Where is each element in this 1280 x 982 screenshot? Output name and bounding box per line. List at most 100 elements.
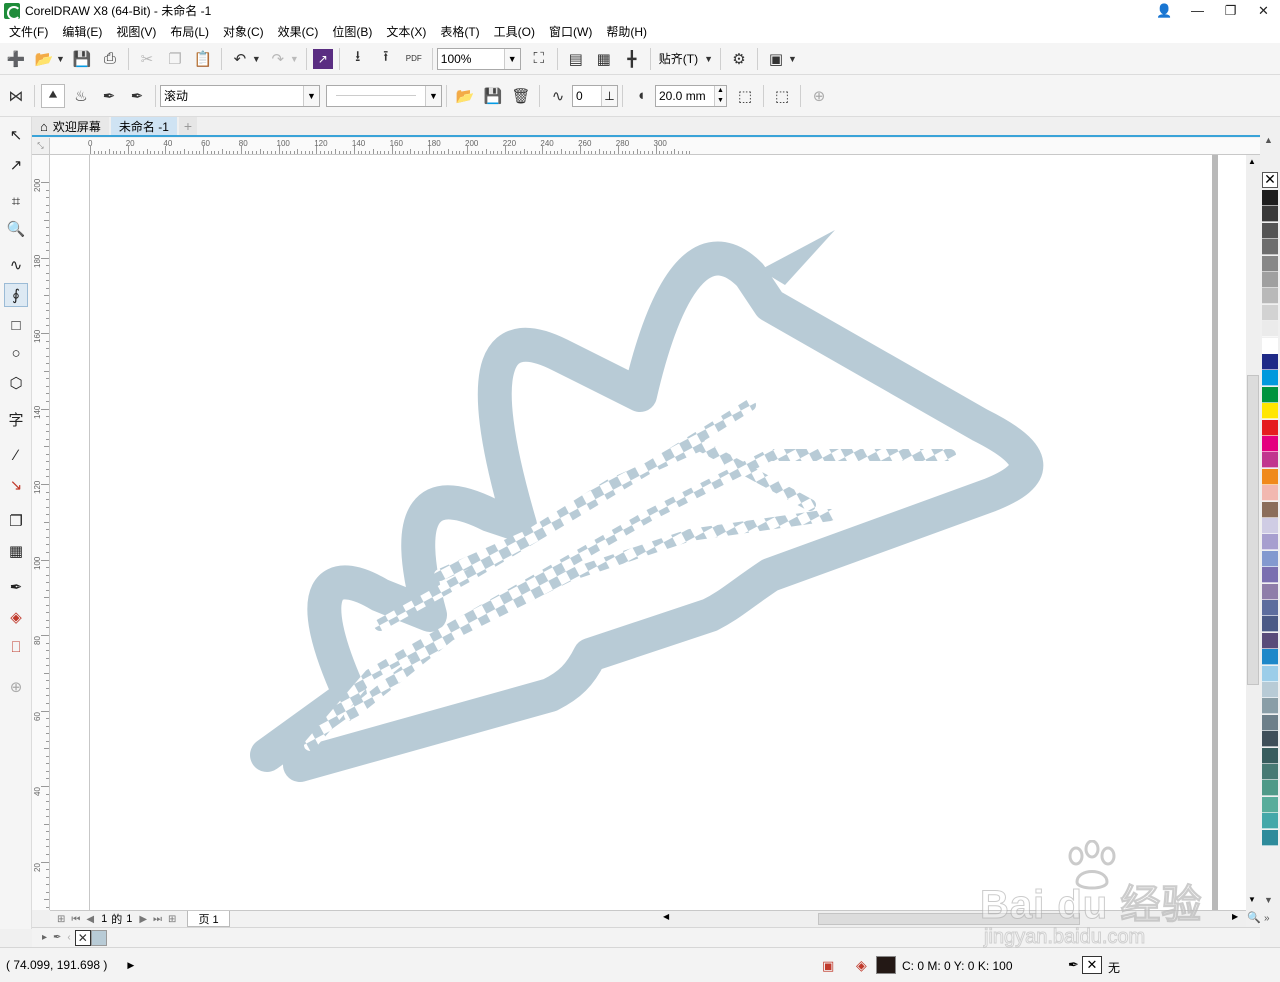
ellipse-tool-icon[interactable]: ○ — [4, 341, 28, 365]
color-swatch[interactable] — [1262, 337, 1278, 354]
account-icon[interactable]: 👤 — [1148, 0, 1181, 21]
print-icon[interactable]: ⎙ — [98, 47, 122, 71]
color-swatch[interactable] — [1262, 665, 1278, 682]
new-tab-button[interactable]: + — [178, 117, 198, 135]
close-button[interactable]: ✕ — [1247, 0, 1280, 21]
rectangle-tool-icon[interactable]: □ — [4, 313, 28, 337]
vertical-scrollbar[interactable]: ▲ ▼ — [1246, 155, 1260, 910]
doc-palette-arrow-icon[interactable]: ▸ — [42, 932, 47, 943]
save-icon[interactable]: 💾 — [70, 47, 94, 71]
show-guidelines-icon[interactable]: ╋ — [620, 47, 644, 71]
color-swatch[interactable] — [1262, 747, 1278, 764]
color-swatch[interactable] — [1262, 682, 1278, 698]
browse-folder-icon[interactable]: 📂 — [453, 84, 477, 108]
smart-fill-tool-icon[interactable]: ⎕ — [4, 635, 28, 659]
color-swatch[interactable] — [1262, 764, 1278, 780]
color-swatch[interactable] — [1262, 419, 1278, 436]
launcher-dropdown-icon[interactable]: ▼ — [788, 54, 797, 64]
add-page-after-icon[interactable]: ⊞ — [165, 914, 179, 925]
color-swatch[interactable] — [1262, 714, 1278, 731]
ruler-origin-corner[interactable]: ⤡ — [32, 138, 50, 155]
freehand-tool-icon[interactable]: ∿ — [4, 253, 28, 277]
color-swatch[interactable] — [1262, 780, 1278, 797]
color-swatch[interactable] — [1262, 272, 1278, 288]
shape-tool-icon[interactable]: ↗ — [4, 153, 28, 177]
color-swatch[interactable] — [1262, 616, 1278, 633]
last-page-icon[interactable]: ⏭ — [150, 914, 165, 925]
calligraphy-icon[interactable]: ✒ — [97, 84, 121, 108]
export-icon[interactable]: ⭱ — [374, 47, 398, 71]
horizontal-ruler[interactable]: 0 20 40 60 80 100 120 140 160 180 200 220 240 260 280 3… — [50, 138, 1260, 155]
next-page-icon[interactable]: ▶ — [136, 914, 150, 925]
scroll-right-icon[interactable]: ▶ — [1232, 912, 1238, 921]
color-swatch[interactable] — [1262, 403, 1278, 420]
color-swatch[interactable] — [1262, 304, 1278, 321]
full-screen-preview-icon[interactable]: ⛶ — [527, 47, 551, 71]
color-swatch[interactable] — [1262, 550, 1278, 567]
menu-layout[interactable]: 布局(L) — [163, 22, 216, 42]
copy-icon[interactable]: ❐ — [163, 47, 187, 71]
color-swatch[interactable] — [1262, 583, 1278, 600]
doc-palette-eyedropper-icon[interactable]: ✒ — [53, 932, 61, 943]
scroll-down-icon[interactable]: ▼ — [1248, 895, 1256, 904]
color-swatch[interactable] — [1262, 485, 1278, 502]
color-swatch[interactable] — [1262, 649, 1278, 666]
color-swatch[interactable] — [1262, 501, 1278, 518]
cut-icon[interactable]: ✂ — [135, 47, 159, 71]
pressure-icon[interactable]: ✒ — [125, 84, 149, 108]
import-icon[interactable]: ⭳ — [346, 47, 370, 71]
color-swatch[interactable] — [1262, 255, 1278, 272]
vertical-scroll-thumb[interactable] — [1247, 375, 1259, 685]
zoom-level-select[interactable]: 100% ▼ — [436, 47, 521, 70]
color-swatch[interactable] — [1262, 731, 1278, 748]
page-tab-1[interactable]: 页 1 — [187, 911, 230, 927]
doc-palette-left-icon[interactable]: ‹ — [67, 932, 70, 943]
sprayer-preset-icon[interactable]: ♨ — [69, 84, 93, 108]
redo-icon[interactable]: ↷ — [266, 47, 290, 71]
color-swatch[interactable] — [1262, 386, 1278, 403]
zoom-navigator-icon[interactable]: 🔍 — [1247, 911, 1261, 924]
menu-tools[interactable]: 工具(O) — [487, 22, 542, 42]
options-gear-icon[interactable]: ⚙ — [727, 47, 751, 71]
menu-table[interactable]: 表格(T) — [433, 22, 486, 42]
show-rulers-icon[interactable]: ▤ — [564, 47, 588, 71]
color-swatch[interactable] — [1262, 698, 1278, 715]
connector-tool-icon[interactable]: ↘ — [4, 473, 28, 497]
color-swatch[interactable] — [1262, 370, 1278, 387]
color-swatch[interactable] — [1262, 436, 1278, 452]
color-swatch[interactable] — [1262, 534, 1278, 551]
fill-color-swatch[interactable] — [876, 956, 896, 974]
application-launcher-icon[interactable]: ▣ — [764, 47, 788, 71]
open-folder-icon[interactable]: 📂 — [32, 47, 56, 71]
drop-shadow-tool-icon[interactable]: ❐ — [4, 509, 28, 533]
color-swatch[interactable] — [1262, 190, 1278, 206]
doc-color-swatch[interactable] — [90, 929, 107, 946]
new-document-icon[interactable]: ➕ — [4, 47, 28, 71]
scroll-up-icon[interactable]: ▲ — [1248, 157, 1256, 166]
color-swatch[interactable] — [1262, 452, 1278, 469]
text-tool-icon[interactable]: 字 — [4, 407, 28, 431]
tab-welcome-screen[interactable]: ⌂ 欢迎屏幕 — [32, 117, 109, 135]
mirror-icon[interactable]: ⋈ — [4, 84, 28, 108]
menu-object[interactable]: 对象(C) — [216, 22, 271, 42]
scale-with-object-icon[interactable]: ⬚ — [733, 84, 757, 108]
restore-button[interactable]: ❐ — [1214, 0, 1247, 21]
palette-expand-icon[interactable]: » — [1264, 913, 1270, 924]
stroke-width-input[interactable]: 20.0 mm ▲ ▼ — [655, 84, 727, 107]
open-dropdown-icon[interactable]: ▼ — [56, 54, 65, 64]
color-swatch[interactable] — [1262, 206, 1278, 223]
color-swatch[interactable] — [1262, 829, 1278, 846]
menu-help[interactable]: 帮助(H) — [599, 22, 654, 42]
undo-icon[interactable]: ↶ — [228, 47, 252, 71]
vertical-ruler[interactable]: 200 180 160 140 120 100 80 60 40 20 — [32, 155, 50, 910]
color-swatch[interactable] — [1262, 600, 1278, 616]
polygon-tool-icon[interactable]: ⬡ — [4, 371, 28, 395]
snap-dropdown-icon[interactable]: ▼ — [704, 54, 713, 64]
publish-pdf-icon[interactable]: PDF — [402, 47, 426, 71]
status-expand-icon[interactable]: ▶ — [127, 960, 134, 971]
menu-edit[interactable]: 编辑(E) — [55, 22, 109, 42]
color-swatch[interactable] — [1262, 288, 1278, 305]
palette-scroll-up-icon[interactable]: ▲ — [1264, 135, 1273, 145]
color-swatch[interactable] — [1262, 813, 1278, 830]
stroke-preset-select[interactable]: ▼ — [326, 84, 442, 107]
